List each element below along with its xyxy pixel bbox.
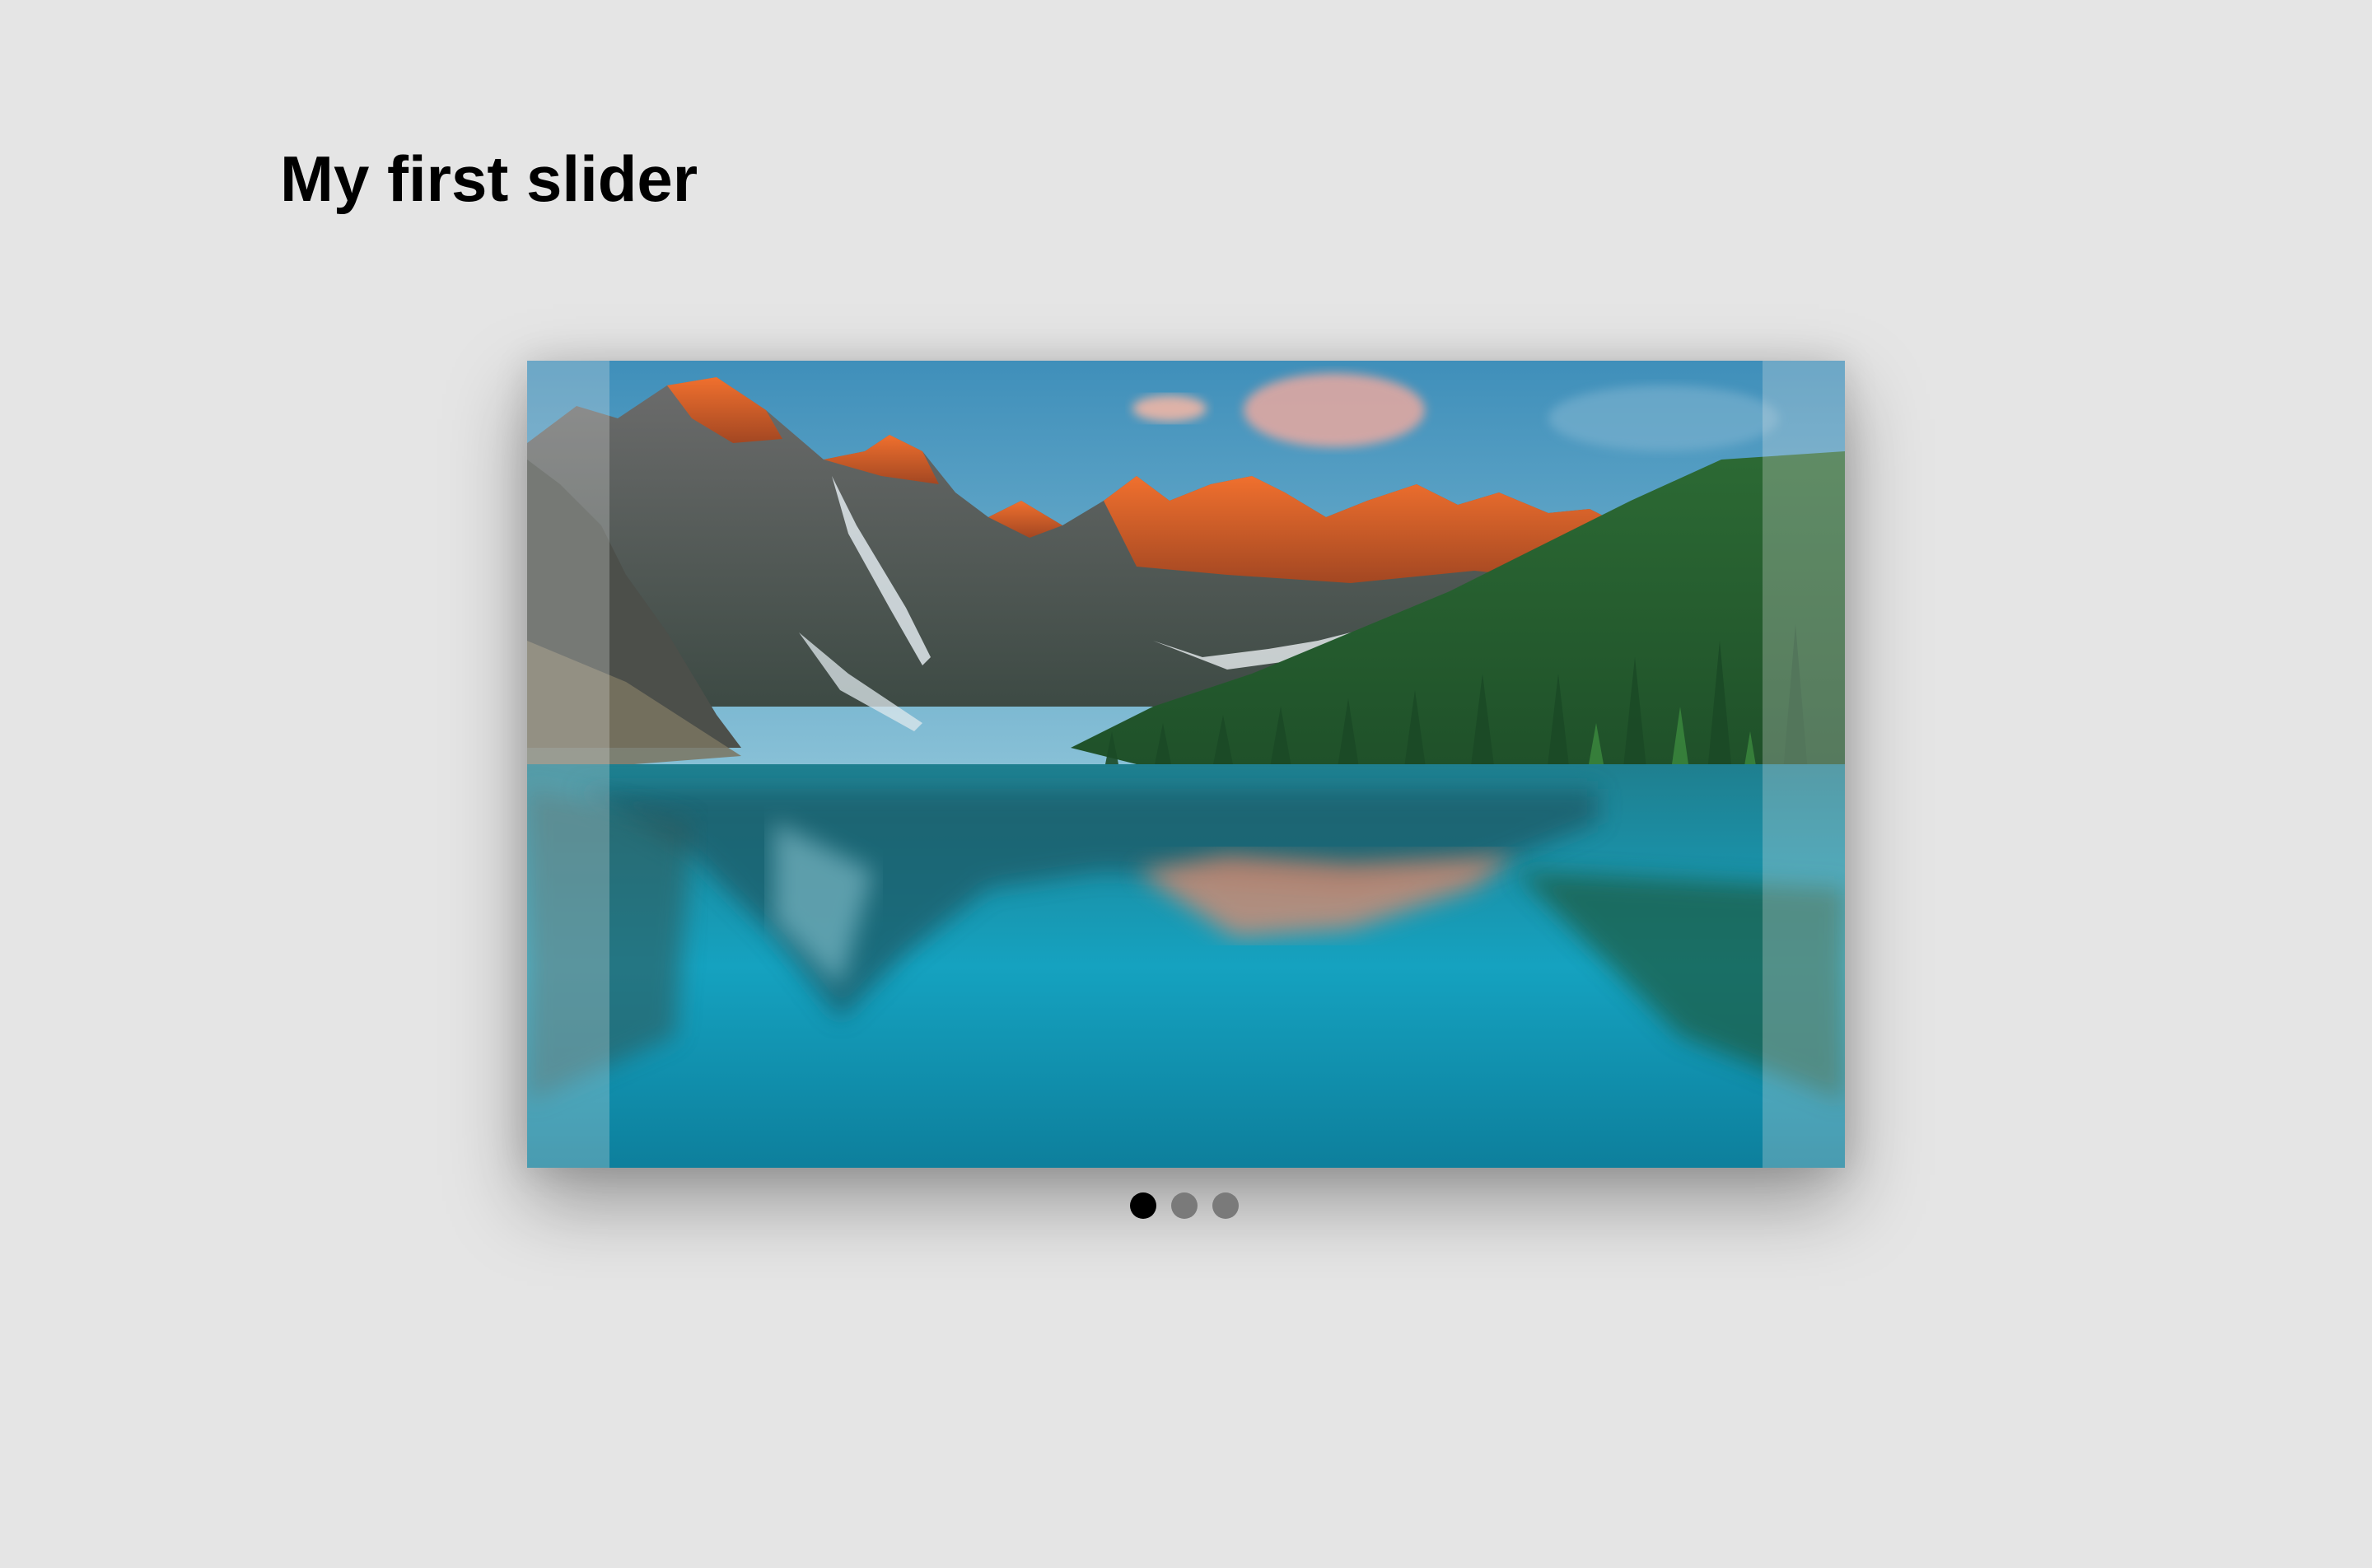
page: My first slider [0,0,2372,1568]
slide-image [527,361,1845,1168]
slide-dot-1[interactable] [1130,1192,1156,1219]
slider-pagination [1130,1192,1239,1219]
slide-dot-2[interactable] [1171,1192,1198,1219]
image-slider[interactable] [527,361,1845,1168]
slider-edge-overlay-right [1763,361,1845,1168]
page-title: My first slider [280,142,698,215]
slider-edge-overlay-left [527,361,609,1168]
slide-dot-3[interactable] [1212,1192,1239,1219]
